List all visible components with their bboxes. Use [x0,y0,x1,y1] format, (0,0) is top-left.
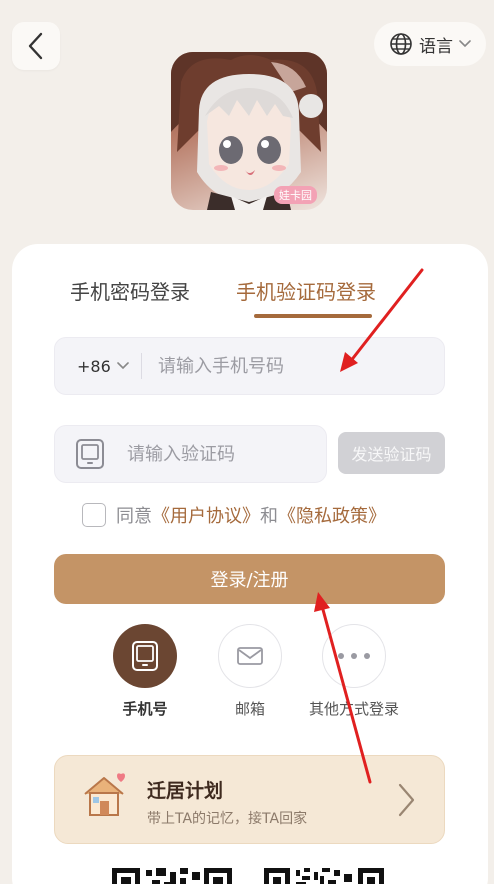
globe-icon [390,33,412,55]
app-avatar: 娃卡园 [171,52,327,210]
qr-code-right [264,866,386,884]
chevron-down-icon [116,362,129,370]
chevron-right-icon [398,783,415,817]
country-code-selector[interactable]: +86 [55,357,141,376]
tab-phone-sms[interactable]: 手机验证码登录 [236,276,376,305]
language-label: 语言 [419,36,453,57]
move-plan-banner[interactable]: 迁居计划 带上TA的记忆，接TA回家 [54,755,445,844]
agreement-prefix: 同意 [116,506,152,527]
phone-method-circle [113,624,177,688]
move-plan-subtitle: 带上TA的记忆，接TA回家 [147,811,308,827]
agreement-checkbox[interactable] [82,503,106,527]
user-agreement-link[interactable]: 《用户协议》 [152,506,260,527]
field-divider [141,353,142,379]
chevron-down-icon [459,40,471,48]
verification-code-input[interactable] [127,443,297,465]
privacy-policy-link[interactable]: 《隐私政策》 [278,506,386,527]
tablet-icon [75,438,105,470]
phone-input[interactable] [158,355,418,377]
language-selector[interactable]: 语言 [374,22,486,66]
more-icon [338,653,370,659]
phone-icon [132,641,158,671]
agreement-row: 同意《用户协议》和《隐私政策》 [82,502,386,528]
qr-code-left [112,866,236,884]
country-code-value: +86 [77,356,111,376]
active-tab-indicator [254,314,372,318]
avatar-watermark: 娃卡园 [274,186,317,204]
chevron-left-icon [28,32,43,60]
move-plan-title: 迁居计划 [147,780,224,802]
house-icon [84,773,125,816]
phone-number-field[interactable]: +86 [54,337,445,395]
email-method-circle [218,624,282,688]
phone-method-label: 手机号 [122,700,168,718]
mail-icon [237,647,263,665]
email-method-label: 邮箱 [234,700,265,718]
other-method-label: 其他方式登录 [308,700,399,718]
login-register-button[interactable]: 登录/注册 [54,554,445,604]
back-button[interactable] [12,22,60,70]
verification-code-field[interactable] [54,425,327,483]
agreement-conjunction: 和 [260,506,278,527]
send-code-button[interactable]: 发送验证码 [338,432,445,474]
other-method-circle [322,624,386,688]
tab-phone-password[interactable]: 手机密码登录 [70,276,190,305]
login-method-other[interactable]: 其他方式登录 [289,624,419,719]
